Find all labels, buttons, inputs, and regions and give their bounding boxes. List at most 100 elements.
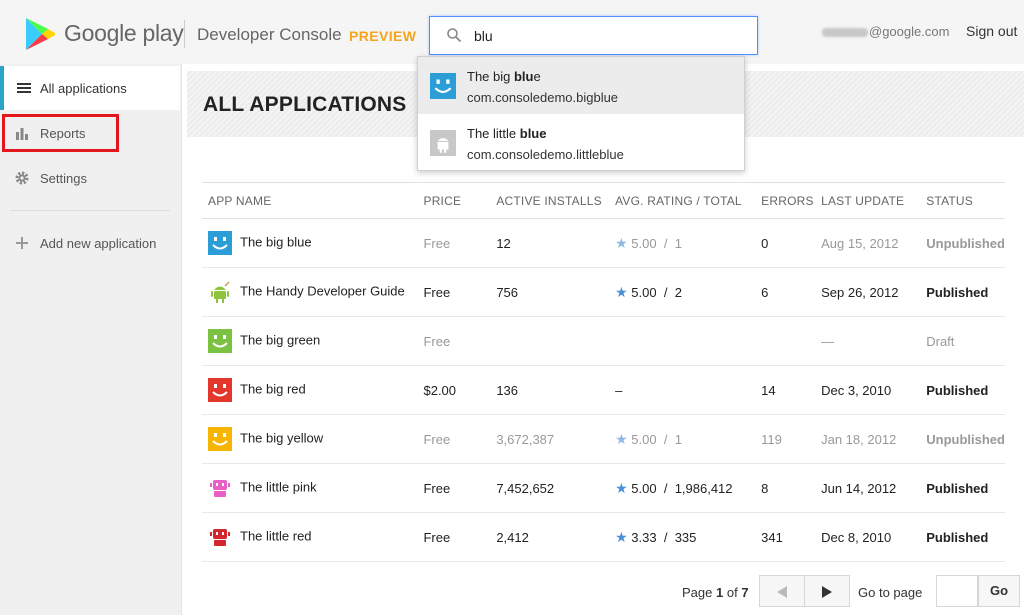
price-cell: Free xyxy=(417,512,491,562)
search-input[interactable] xyxy=(474,25,744,47)
plus-icon xyxy=(16,237,28,249)
page-prefix: Page xyxy=(682,585,713,600)
chevron-right-icon xyxy=(822,586,832,598)
app-name: The Handy Developer Guide xyxy=(240,283,405,299)
status-cell: Published xyxy=(920,365,1005,415)
app-name-cell[interactable]: The little red xyxy=(202,512,418,562)
sidebar: All applications Reports Settings Add ne… xyxy=(0,64,180,615)
page-title: ALL APPLICATIONS xyxy=(203,93,407,116)
table-header-row: APP NAME PRICE ACTIVE INSTALLS AVG. RATI… xyxy=(202,182,1005,219)
suggestion-name-suffix: e xyxy=(533,69,541,84)
last-update-cell: Sep 26, 2012 xyxy=(815,267,921,317)
column-header-price[interactable]: PRICE xyxy=(417,182,491,219)
red-smiley-icon xyxy=(208,378,232,402)
rating-total: 335 xyxy=(674,529,697,545)
rating-cell: ★ 5.00 / 1 xyxy=(609,218,756,268)
app-name-cell[interactable]: The little pink xyxy=(202,463,418,513)
suggestion-name: The big blue xyxy=(467,69,541,84)
suggestion-name-prefix: The big xyxy=(467,69,514,84)
sidebar-item-label: Add new application xyxy=(40,236,157,251)
last-update-cell: Jan 18, 2012 xyxy=(815,414,921,464)
status-cell: Unpublished xyxy=(920,218,1005,268)
suggestion-item[interactable]: The little blue com.consoledemo.littlebl… xyxy=(418,114,744,171)
app-name-cell[interactable]: The big blue xyxy=(202,218,418,268)
current-page: 1 xyxy=(716,585,724,600)
column-header-last-update[interactable]: LAST UPDATE xyxy=(815,182,921,219)
table-row[interactable]: The big red $2.00 136 – 14 Dec 3, 2010 P… xyxy=(202,365,1005,415)
rating-cell: ★ 5.00 / 1,986,412 xyxy=(609,463,756,513)
app-name: The little pink xyxy=(240,479,317,495)
brand-divider xyxy=(184,20,185,48)
star-icon: ★ xyxy=(615,283,628,300)
star-icon: ★ xyxy=(615,234,628,251)
next-page-button[interactable] xyxy=(804,575,850,607)
installs-cell xyxy=(490,316,610,366)
table-row[interactable]: The little red Free 2,412 ★ 3.33 / 335 3… xyxy=(202,512,1005,562)
rating-separator: / xyxy=(663,480,668,496)
search-box[interactable] xyxy=(429,16,758,55)
table-row[interactable]: The little pink Free 7,452,652 ★ 5.00 / … xyxy=(202,463,1005,513)
rating-value: 5.00 xyxy=(631,235,657,251)
last-update-cell: Aug 15, 2012 xyxy=(815,218,921,268)
status-cell: Published xyxy=(920,267,1005,317)
app-name: The big yellow xyxy=(240,430,324,446)
installs-cell: 756 xyxy=(490,267,610,317)
rating-cell xyxy=(609,316,756,366)
rating-total: 1 xyxy=(674,235,682,251)
price-cell: $2.00 xyxy=(417,365,491,415)
table-row[interactable]: The big yellow Free 3,672,387 ★ 5.00 / 1… xyxy=(202,414,1005,464)
star-icon: ★ xyxy=(615,479,628,496)
google-play-logo-icon[interactable] xyxy=(22,16,58,52)
sidebar-item-settings[interactable]: Settings xyxy=(0,156,180,200)
suggestion-name: The little blue xyxy=(467,126,546,141)
errors-cell: 8 xyxy=(755,463,816,513)
blue-smiley-icon xyxy=(430,73,456,99)
go-to-page-input[interactable] xyxy=(936,575,978,607)
column-header-status[interactable]: STATUS xyxy=(920,182,1005,219)
column-header-app-name[interactable]: APP NAME xyxy=(202,182,418,219)
app-name-cell[interactable]: The big red xyxy=(202,365,418,415)
column-header-avg-rating[interactable]: AVG. RATING / TOTAL xyxy=(609,182,756,219)
app-name-cell[interactable]: The big green xyxy=(202,316,418,366)
app-name: The big red xyxy=(240,381,306,397)
preview-badge: PREVIEW xyxy=(349,28,417,44)
last-update-cell: Dec 8, 2010 xyxy=(815,512,921,562)
chevron-left-icon xyxy=(777,586,787,598)
table-row[interactable]: The big blue Free 12 ★ 5.00 / 1 0 Aug 15… xyxy=(202,218,1005,268)
app-name: The little red xyxy=(240,528,312,544)
table-row[interactable]: The Handy Developer Guide Free 756 ★ 5.0… xyxy=(202,267,1005,317)
go-button[interactable]: Go xyxy=(978,575,1020,607)
star-icon: ★ xyxy=(615,528,628,545)
app-name-cell[interactable]: The Handy Developer Guide xyxy=(202,267,418,317)
gear-icon xyxy=(15,171,29,185)
rating-value: 5.00 xyxy=(631,431,657,447)
app-name: The big green xyxy=(240,332,321,348)
app-name: The big blue xyxy=(240,234,312,250)
table-row[interactable]: The big green Free — Draft xyxy=(202,316,1005,366)
sidebar-item-add-new-application[interactable]: Add new application xyxy=(0,221,180,265)
errors-cell: 6 xyxy=(755,267,816,317)
status-cell: Draft xyxy=(920,316,1005,366)
suggestion-item[interactable]: The big blue com.consoledemo.bigblue xyxy=(418,57,744,114)
installs-cell: 7,452,652 xyxy=(490,463,610,513)
price-cell: Free xyxy=(417,463,491,513)
status-cell: Unpublished xyxy=(920,414,1005,464)
sign-out-link[interactable]: Sign out xyxy=(966,23,1017,39)
column-header-active-installs[interactable]: ACTIVE INSTALLS xyxy=(490,182,610,219)
sidebar-item-all-applications[interactable]: All applications xyxy=(0,66,180,110)
suggestion-name-match: blu xyxy=(513,69,534,84)
column-header-errors[interactable]: ERRORS xyxy=(755,182,816,219)
go-to-page-label: Go to page xyxy=(858,585,923,600)
last-update-cell: — xyxy=(815,316,921,366)
app-name-cell[interactable]: The big yellow xyxy=(202,414,418,464)
search-icon xyxy=(447,28,462,43)
pink-robot-icon xyxy=(210,480,230,497)
rating-cell: ★ 3.33 / 335 xyxy=(609,512,756,562)
reports-highlight-box xyxy=(2,114,119,152)
previous-page-button[interactable] xyxy=(759,575,805,607)
android-icon xyxy=(211,281,230,303)
account-email[interactable]: @google.com xyxy=(822,24,949,39)
rating-cell: ★ 5.00 / 1 xyxy=(609,414,756,464)
rating-value: 3.33 xyxy=(631,529,657,545)
rating-value: 5.00 xyxy=(631,480,657,496)
